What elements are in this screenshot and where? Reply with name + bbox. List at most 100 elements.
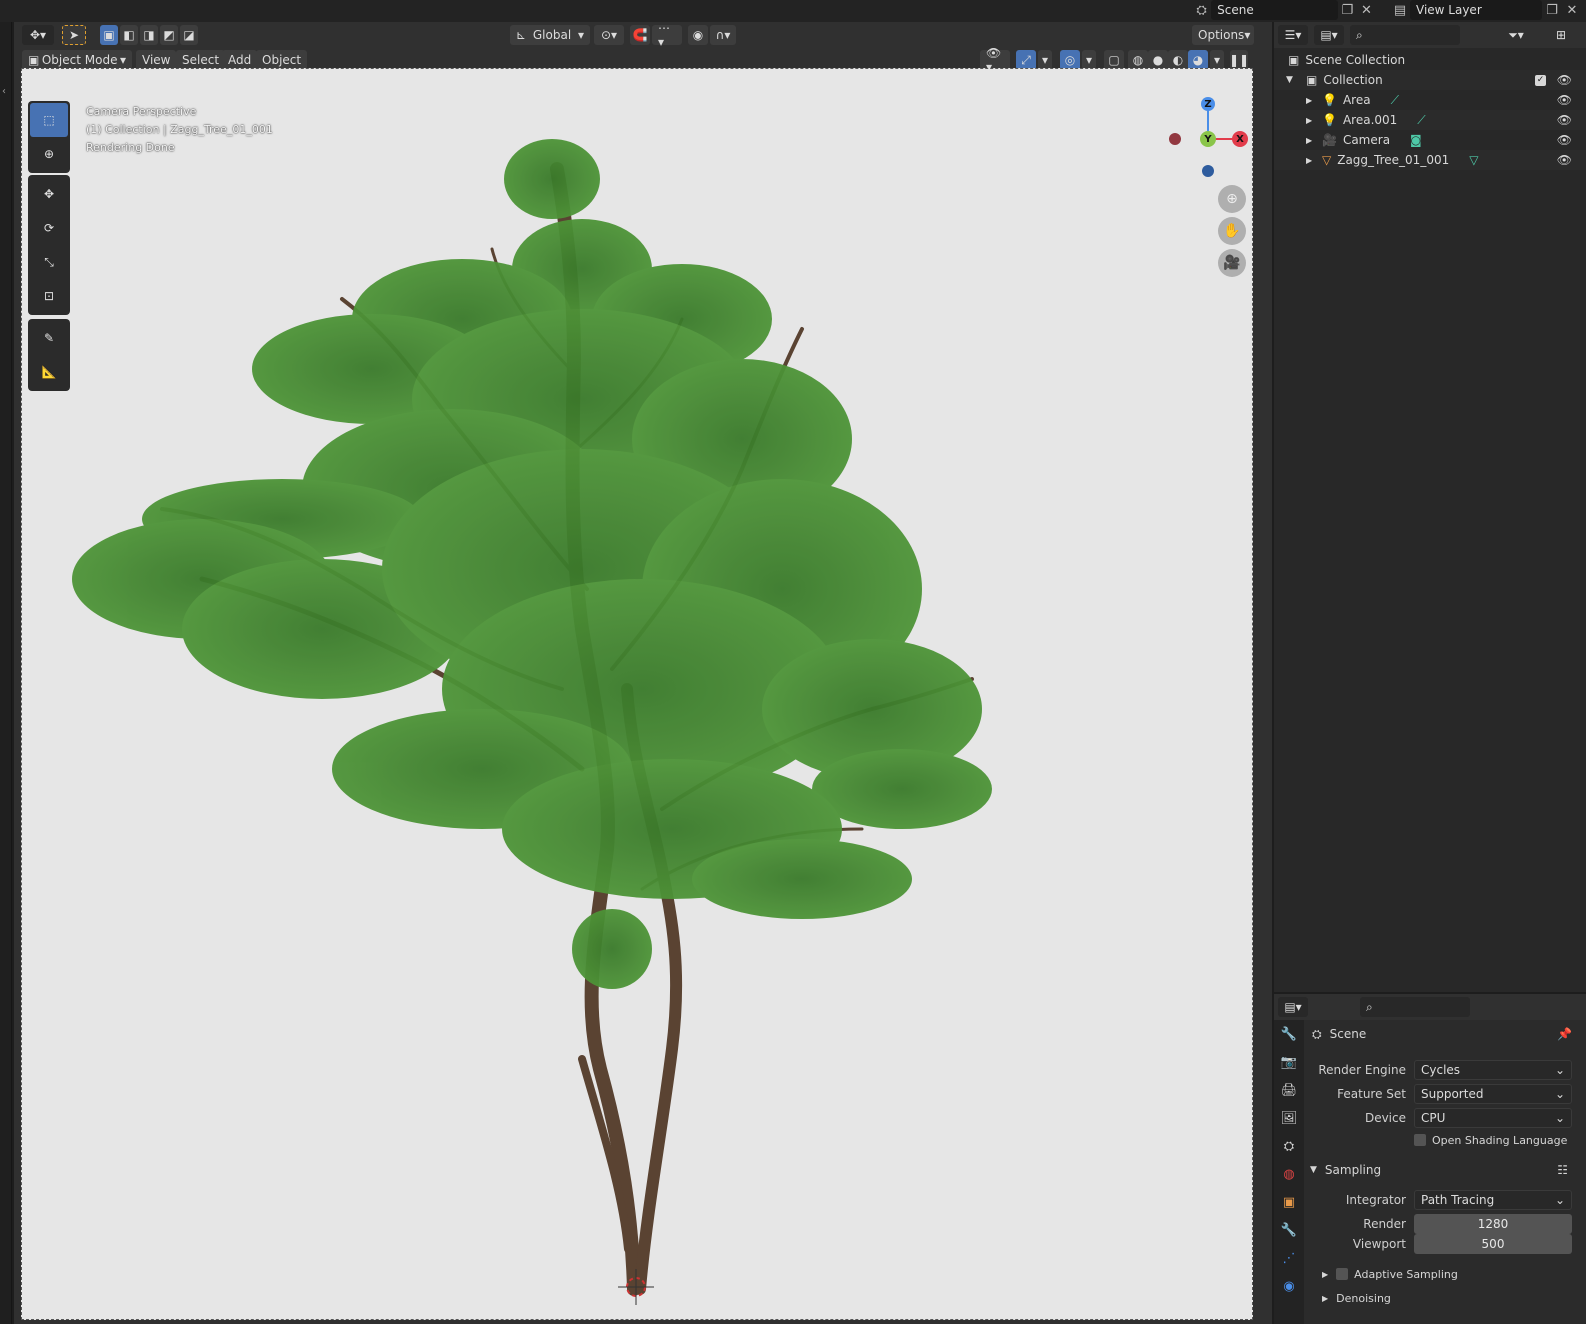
camera-data-icon[interactable]: ◙ <box>1410 133 1422 147</box>
move-icon[interactable]: ✥ <box>30 177 68 211</box>
outliner-editor-icon[interactable]: ☰▾ <box>1278 25 1308 45</box>
pin-icon[interactable]: 📌 <box>1557 1027 1572 1041</box>
eye-icon[interactable]: 👁 <box>1557 153 1572 167</box>
copy-scene-icon[interactable]: ❐ <box>1338 0 1357 20</box>
close-layer-icon[interactable]: ✕ <box>1562 0 1582 20</box>
scene-name-field[interactable]: Scene <box>1211 0 1338 20</box>
physics-tab-icon[interactable]: ◉ <box>1274 1272 1304 1300</box>
transform-orientation-dropdown[interactable]: ⊾ Global ▾ <box>510 25 590 45</box>
view-menu[interactable]: View <box>136 50 177 70</box>
chevron-down-icon[interactable]: ▾ <box>1038 50 1052 70</box>
tool-tab-icon[interactable]: 🔧 <box>1274 1020 1304 1048</box>
rotate-icon[interactable]: ⟳ <box>30 211 68 245</box>
options-dropdown[interactable]: Options ▾ <box>1192 25 1254 45</box>
modifier-tab-icon[interactable]: 🔧 <box>1274 1216 1304 1244</box>
snap-toggle-icon[interactable]: 🧲 <box>630 25 650 45</box>
outliner-search-input[interactable]: ⌕ <box>1350 25 1460 45</box>
view-layer-tab-icon[interactable]: 🖼 <box>1274 1104 1304 1132</box>
pause-render-icon[interactable]: ❚❚ <box>1229 50 1249 70</box>
outliner-item-area[interactable]: ▶ 💡 Area ⟋ 👁 <box>1274 90 1586 110</box>
eye-icon[interactable]: 👁 <box>1557 93 1572 107</box>
gizmo-toggle-icon[interactable]: ⤢ <box>1016 50 1036 70</box>
integrator-dropdown[interactable]: Path Tracing ⌄ <box>1414 1190 1572 1210</box>
select-mode-invert-icon[interactable]: ◩ <box>160 25 178 45</box>
presets-icon[interactable]: ☷ <box>1557 1163 1568 1177</box>
output-tab-icon[interactable]: 🖨 <box>1274 1076 1304 1104</box>
light-data-icon[interactable]: ⟋ <box>1417 113 1425 128</box>
scene-tab-icon[interactable]: ⛭ <box>1274 1132 1304 1160</box>
properties-editor-icon[interactable]: ▤▾ <box>1278 997 1308 1017</box>
wireframe-shading-icon[interactable]: ◍ <box>1128 50 1148 70</box>
material-shading-icon[interactable]: ◐ <box>1168 50 1188 70</box>
scale-icon[interactable]: ⤡ <box>30 245 68 279</box>
outliner-item-camera[interactable]: ▶ 🎥 Camera ◙ 👁 <box>1274 130 1586 150</box>
render-engine-dropdown[interactable]: Cycles ⌄ <box>1414 1060 1572 1080</box>
falloff-icon[interactable]: ∩▾ <box>710 25 736 45</box>
outliner-item-tree[interactable]: ▶ ▽ Zagg_Tree_01_001 ▽ 👁 <box>1274 150 1586 170</box>
render-samples-field[interactable]: 1280 <box>1414 1214 1572 1234</box>
cursor-icon[interactable]: ⊕ <box>30 137 68 171</box>
select-mode-intersect-icon[interactable]: ◪ <box>180 25 198 45</box>
gizmo-neg-x-icon[interactable] <box>1169 133 1181 145</box>
expand-arrow-icon[interactable]: ▶ <box>1306 156 1318 165</box>
transform-icon[interactable]: ⊡ <box>30 279 68 313</box>
pan-hand-icon[interactable]: ✋ <box>1218 217 1246 245</box>
properties-search-input[interactable]: ⌕ <box>1360 997 1470 1017</box>
measure-icon[interactable]: 📐 <box>30 355 68 389</box>
eye-icon[interactable]: 👁 <box>1557 113 1572 127</box>
chevron-down-icon[interactable]: ▾ <box>1082 50 1096 70</box>
select-mode-new-icon[interactable]: ▣ <box>100 25 118 45</box>
expand-arrow-icon[interactable]: ▶ <box>1306 136 1318 145</box>
add-menu[interactable]: Add <box>222 50 258 70</box>
xray-toggle-icon[interactable]: ▢ <box>1104 50 1124 70</box>
select-mode-subtract-icon[interactable]: ◨ <box>140 25 158 45</box>
render-tab-icon[interactable]: 📷 <box>1274 1048 1304 1076</box>
select-menu[interactable]: Select <box>176 50 226 70</box>
eye-icon[interactable]: 👁 <box>1557 133 1572 147</box>
mode-dropdown[interactable]: ▣ Object Mode ▾ <box>22 50 132 70</box>
particles-tab-icon[interactable]: ⋰ <box>1274 1244 1304 1272</box>
outliner-scene-collection[interactable]: ▣ Scene Collection <box>1274 50 1586 70</box>
close-scene-icon[interactable]: ✕ <box>1357 0 1376 20</box>
expand-arrow-icon[interactable]: ▶ <box>1306 96 1318 105</box>
view-layer-field[interactable]: View Layer <box>1410 0 1542 20</box>
3d-viewport[interactable]: ✥▾ ➤ ▣ ◧ ◨ ◩ ◪ ⊾ Global ▾ ⊙▾ 🧲 ⋯▾ ◉ ∩▾ O… <box>14 21 1272 1324</box>
gizmo-z-icon[interactable]: Z <box>1201 97 1215 111</box>
expand-arrow-icon[interactable]: ‹ <box>2 86 6 97</box>
editor-type-icon[interactable]: ✥▾ <box>22 25 54 45</box>
solid-shading-icon[interactable]: ● <box>1148 50 1168 70</box>
device-dropdown[interactable]: CPU ⌄ <box>1414 1108 1572 1128</box>
pivot-point-icon[interactable]: ⊙▾ <box>594 25 624 45</box>
object-tab-icon[interactable]: ▣ <box>1274 1188 1304 1216</box>
annotate-icon[interactable]: ✎ <box>30 321 68 355</box>
gizmo-x-icon[interactable]: X <box>1232 131 1248 147</box>
collapse-arrow-icon[interactable]: ▼ <box>1286 75 1298 85</box>
object-menu[interactable]: Object <box>256 50 308 70</box>
overlays-toggle-icon[interactable]: ◎ <box>1060 50 1080 70</box>
eye-icon[interactable]: 👁 <box>1557 73 1572 87</box>
scene-selector[interactable]: ⛭ Scene ❐ ✕ <box>1192 0 1376 20</box>
display-mode-icon[interactable]: ▤▾ <box>1314 25 1344 45</box>
outliner-item-area-001[interactable]: ▶ 💡 Area.001 ⟋ 👁 <box>1274 110 1586 130</box>
adaptive-sampling-header[interactable]: ▶ Adaptive Sampling <box>1322 1264 1586 1284</box>
snap-element-icon[interactable]: ⋯▾ <box>652 21 682 49</box>
copy-layer-icon[interactable]: ❐ <box>1542 0 1562 20</box>
exclude-checkbox[interactable]: ✓ <box>1535 74 1546 86</box>
view-layer-selector[interactable]: ▤ View Layer ❐ ✕ <box>1390 0 1586 20</box>
osl-checkbox[interactable] <box>1414 1134 1426 1146</box>
sampling-panel-header[interactable]: ▼ Sampling ☷ <box>1310 1160 1586 1180</box>
gizmo-y-icon[interactable]: Y <box>1200 131 1216 147</box>
feature-set-dropdown[interactable]: Supported ⌄ <box>1414 1084 1572 1104</box>
select-mode-extend-icon[interactable]: ◧ <box>120 25 138 45</box>
expand-arrow-icon[interactable]: ▶ <box>1306 116 1318 125</box>
world-tab-icon[interactable]: ◍ <box>1274 1160 1304 1188</box>
rendered-shading-icon[interactable]: ◕ <box>1188 50 1208 70</box>
render-canvas[interactable]: Camera Perspective (1) Collection | Zagg… <box>21 68 1253 1320</box>
select-box-icon[interactable]: ⬚ <box>30 103 68 137</box>
light-data-icon[interactable]: ⟋ <box>1391 93 1399 108</box>
filter-icon[interactable]: ⏷▾ <box>1502 25 1530 45</box>
camera-view-icon[interactable]: 🎥 <box>1218 249 1246 277</box>
proportional-edit-icon[interactable]: ◉ <box>688 25 708 45</box>
visibility-icon[interactable]: 👁▾ <box>980 46 1010 74</box>
adaptive-sampling-checkbox[interactable] <box>1336 1268 1349 1280</box>
